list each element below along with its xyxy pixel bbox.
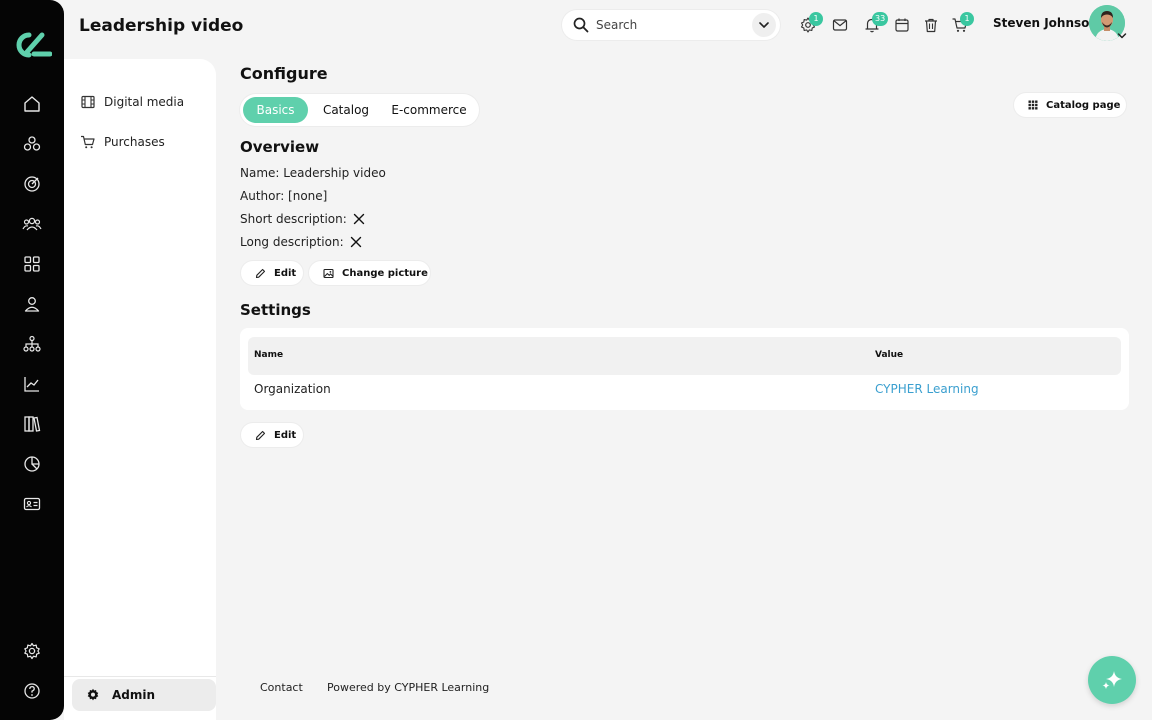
sidebar-item-digital-media[interactable]: Digital media	[80, 90, 184, 114]
tab-catalog[interactable]: Catalog	[314, 97, 378, 123]
config-tabs: Basics Catalog E-commerce	[240, 94, 479, 126]
powered-by-text[interactable]: Powered by CYPHER Learning	[327, 681, 489, 694]
tab-basics[interactable]: Basics	[243, 97, 308, 123]
overview-edit-button[interactable]: Edit	[241, 261, 303, 285]
id-card-icon[interactable]	[22, 494, 42, 514]
sparkle-icon	[1102, 671, 1122, 689]
column-header-value: Value	[875, 350, 904, 360]
film-icon	[81, 95, 95, 109]
table-header: Name Value	[248, 337, 1121, 375]
short-description-label: Short description:	[240, 212, 347, 226]
admin-button[interactable]: Admin	[72, 679, 216, 711]
image-icon	[323, 268, 334, 278]
home-icon[interactable]	[22, 94, 42, 114]
catalog-page-label: Catalog page	[1046, 99, 1121, 111]
users-icon[interactable]	[22, 214, 42, 234]
sidebar-item-label: Digital media	[104, 95, 185, 109]
edit-label: Edit	[274, 267, 297, 279]
overview-short-description: Short description:	[240, 212, 365, 226]
search-scope-dropdown[interactable]	[752, 13, 776, 37]
long-description-label: Long description:	[240, 235, 344, 249]
left-rail	[0, 0, 64, 720]
pencil-icon	[255, 268, 266, 278]
grid-icon	[1028, 100, 1038, 110]
user-name[interactable]: Steven Johnson	[993, 16, 1098, 30]
edit-label: Edit	[274, 429, 297, 441]
gear-icon	[87, 688, 99, 701]
user-menu-chevron-icon[interactable]	[1116, 31, 1128, 41]
cart-badge: 1	[960, 12, 974, 26]
setting-value-link[interactable]: CYPHER Learning	[875, 382, 979, 396]
settings-table: Name Value Organization CYPHER Learning	[240, 328, 1129, 410]
sidebar-item-label: Purchases	[104, 135, 165, 149]
org-chart-icon[interactable]	[22, 334, 42, 354]
change-picture-button[interactable]: Change picture	[309, 261, 430, 285]
cart-icon	[81, 135, 95, 149]
close-icon	[350, 236, 361, 248]
search-input[interactable]	[596, 15, 746, 35]
trash-icon[interactable]	[922, 16, 940, 34]
library-icon[interactable]	[22, 414, 42, 434]
profile-icon[interactable]	[22, 294, 42, 314]
analytics-icon[interactable]	[22, 374, 42, 394]
secondary-sidebar: Digital media Purchases Admin	[64, 59, 216, 720]
chevron-down-icon	[759, 22, 769, 28]
sidebar-divider	[64, 676, 216, 677]
setting-name-cell: Organization	[254, 382, 331, 396]
goals-icon[interactable]	[22, 174, 42, 194]
close-icon	[353, 213, 364, 225]
settings-edit-button[interactable]: Edit	[241, 423, 303, 447]
help-icon[interactable]	[22, 681, 42, 701]
search-bar	[562, 10, 780, 40]
sidebar-item-purchases[interactable]: Purchases	[80, 130, 165, 154]
search-icon	[573, 17, 589, 33]
column-header-name: Name	[254, 350, 284, 360]
settings-icon[interactable]	[22, 641, 42, 661]
settings-badge: 1	[809, 12, 823, 26]
overview-heading: Overview	[240, 138, 320, 156]
overview-author: Author: [none]	[240, 189, 328, 203]
pencil-icon	[255, 430, 266, 440]
change-picture-label: Change picture	[342, 267, 428, 279]
mail-icon[interactable]	[831, 16, 849, 34]
settings-heading: Settings	[240, 301, 311, 319]
courses-icon[interactable]	[22, 134, 42, 154]
admin-label: Admin	[112, 688, 156, 702]
overview-name: Name: Leadership video	[240, 166, 386, 180]
calendar-icon[interactable]	[893, 16, 911, 34]
overview-long-description: Long description:	[240, 235, 362, 249]
tab-e-commerce[interactable]: E-commerce	[385, 97, 473, 123]
contact-link[interactable]: Contact	[260, 681, 303, 694]
page-title: Leadership video	[79, 16, 244, 36]
ai-assistant-button[interactable]	[1088, 656, 1136, 704]
apps-icon[interactable]	[22, 254, 42, 274]
reports-icon[interactable]	[22, 454, 42, 474]
catalog-page-button[interactable]: Catalog page	[1014, 93, 1126, 117]
notifications-badge: 33	[872, 12, 889, 26]
configure-heading: Configure	[240, 64, 328, 83]
logo-icon[interactable]	[12, 30, 52, 60]
